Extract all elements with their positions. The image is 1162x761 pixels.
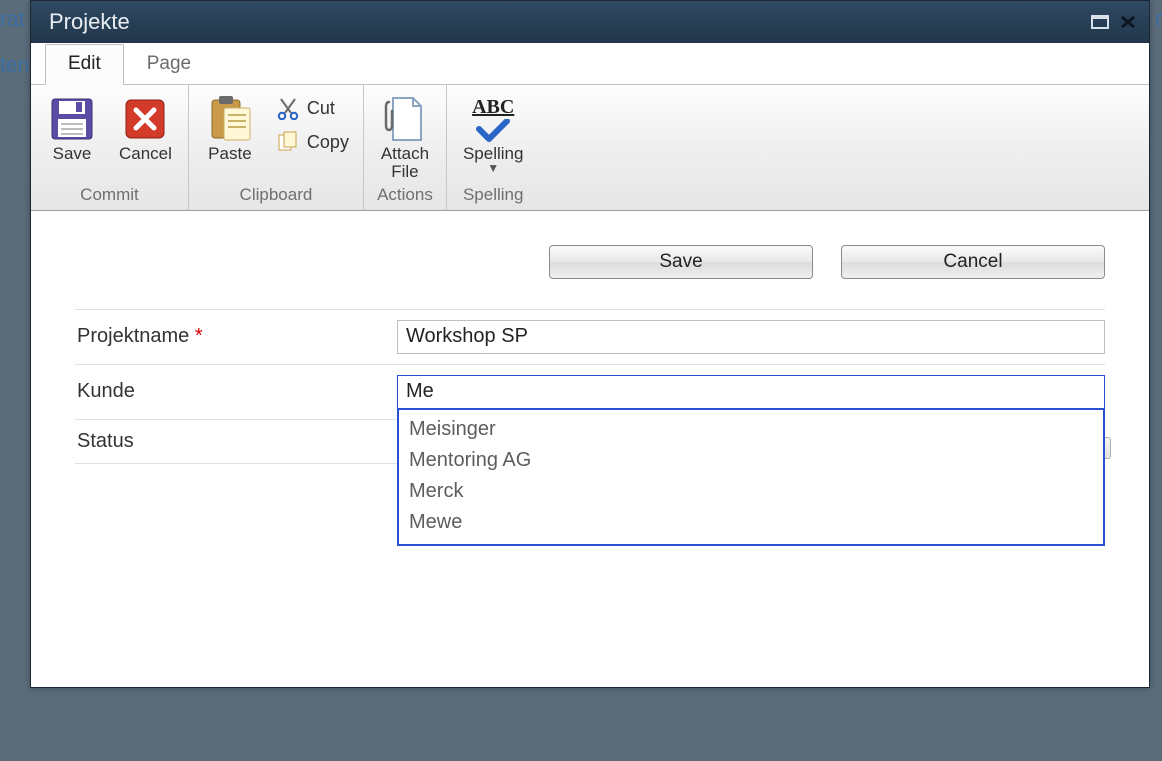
maximize-button[interactable] bbox=[1089, 13, 1111, 31]
form-cancel-button[interactable]: Cancel bbox=[841, 245, 1105, 279]
suggest-item[interactable]: Merck bbox=[399, 476, 1103, 507]
attach-file-button[interactable]: Attach File bbox=[374, 91, 436, 181]
attach-file-label: Attach File bbox=[381, 145, 429, 181]
spelling-button[interactable]: ABC Spelling ▼ bbox=[457, 91, 530, 175]
paste-label: Paste bbox=[208, 145, 251, 163]
group-label-commit: Commit bbox=[41, 181, 178, 208]
cancel-button[interactable]: Cancel bbox=[113, 91, 178, 163]
field-kunde: Kunde Meisinger Mentoring AG Merck Mewe bbox=[75, 364, 1105, 419]
required-mark: * bbox=[195, 325, 203, 347]
projektname-input[interactable] bbox=[397, 320, 1105, 354]
attach-file-icon bbox=[383, 95, 427, 143]
cancel-x-icon bbox=[124, 95, 166, 143]
ribbon-group-clipboard: Paste Cut Copy bbox=[189, 85, 364, 210]
maximize-icon bbox=[1091, 15, 1109, 29]
modal-dialog: Projekte Edit Page bbox=[30, 0, 1150, 688]
kunde-autocomplete: Meisinger Mentoring AG Merck Mewe bbox=[397, 409, 1105, 546]
copy-button[interactable]: Copy bbox=[271, 127, 353, 157]
suggest-item[interactable]: Meisinger bbox=[399, 414, 1103, 445]
field-projektname: Projektname * bbox=[75, 309, 1105, 364]
save-button[interactable]: Save bbox=[41, 91, 103, 163]
form-save-button[interactable]: Save bbox=[549, 245, 813, 279]
suggest-item[interactable]: Mewe bbox=[399, 507, 1103, 538]
cut-button[interactable]: Cut bbox=[271, 93, 353, 123]
close-button[interactable] bbox=[1117, 13, 1139, 31]
tab-page[interactable]: Page bbox=[124, 44, 214, 85]
modal-body: Edit Page bbox=[31, 43, 1149, 687]
ribbon-tabs: Edit Page bbox=[31, 43, 1149, 85]
kunde-label: Kunde bbox=[75, 380, 397, 403]
tab-edit[interactable]: Edit bbox=[45, 44, 124, 85]
form-area: Save Cancel Projektname * Kunde Meisinge… bbox=[31, 211, 1149, 474]
kunde-input[interactable] bbox=[397, 375, 1105, 409]
chevron-down-icon: ▼ bbox=[487, 161, 499, 175]
titlebar: Projekte bbox=[31, 1, 1149, 43]
save-disk-icon bbox=[50, 95, 94, 143]
projektname-label: Projektname * bbox=[75, 325, 397, 348]
bg-text: ten bbox=[0, 54, 29, 78]
spelling-abc-check-icon: ABC bbox=[472, 95, 514, 143]
cancel-label: Cancel bbox=[119, 145, 172, 163]
paste-button[interactable]: Paste bbox=[199, 91, 261, 163]
paste-clipboard-icon bbox=[206, 95, 254, 143]
copy-label: Copy bbox=[307, 132, 349, 153]
ribbon-group-actions: Attach File Actions bbox=[364, 85, 447, 210]
copy-pages-icon bbox=[275, 129, 301, 155]
scissors-icon bbox=[275, 95, 301, 121]
status-label: Status bbox=[75, 430, 397, 453]
cut-label: Cut bbox=[307, 98, 335, 119]
close-icon bbox=[1120, 15, 1136, 29]
ribbon: Save Cancel Commit bbox=[31, 84, 1149, 211]
suggest-item[interactable]: Mentoring AG bbox=[399, 445, 1103, 476]
form-buttons: Save Cancel bbox=[75, 245, 1105, 279]
window-title: Projekte bbox=[41, 9, 1083, 35]
bg-text: rat bbox=[0, 8, 25, 32]
group-label-actions: Actions bbox=[374, 181, 436, 208]
group-label-spelling: Spelling bbox=[457, 181, 530, 208]
ribbon-group-spelling: ABC Spelling ▼ Spelling bbox=[447, 85, 540, 210]
group-label-clipboard: Clipboard bbox=[199, 181, 353, 208]
ribbon-group-commit: Save Cancel Commit bbox=[31, 85, 189, 210]
save-label: Save bbox=[53, 145, 92, 163]
